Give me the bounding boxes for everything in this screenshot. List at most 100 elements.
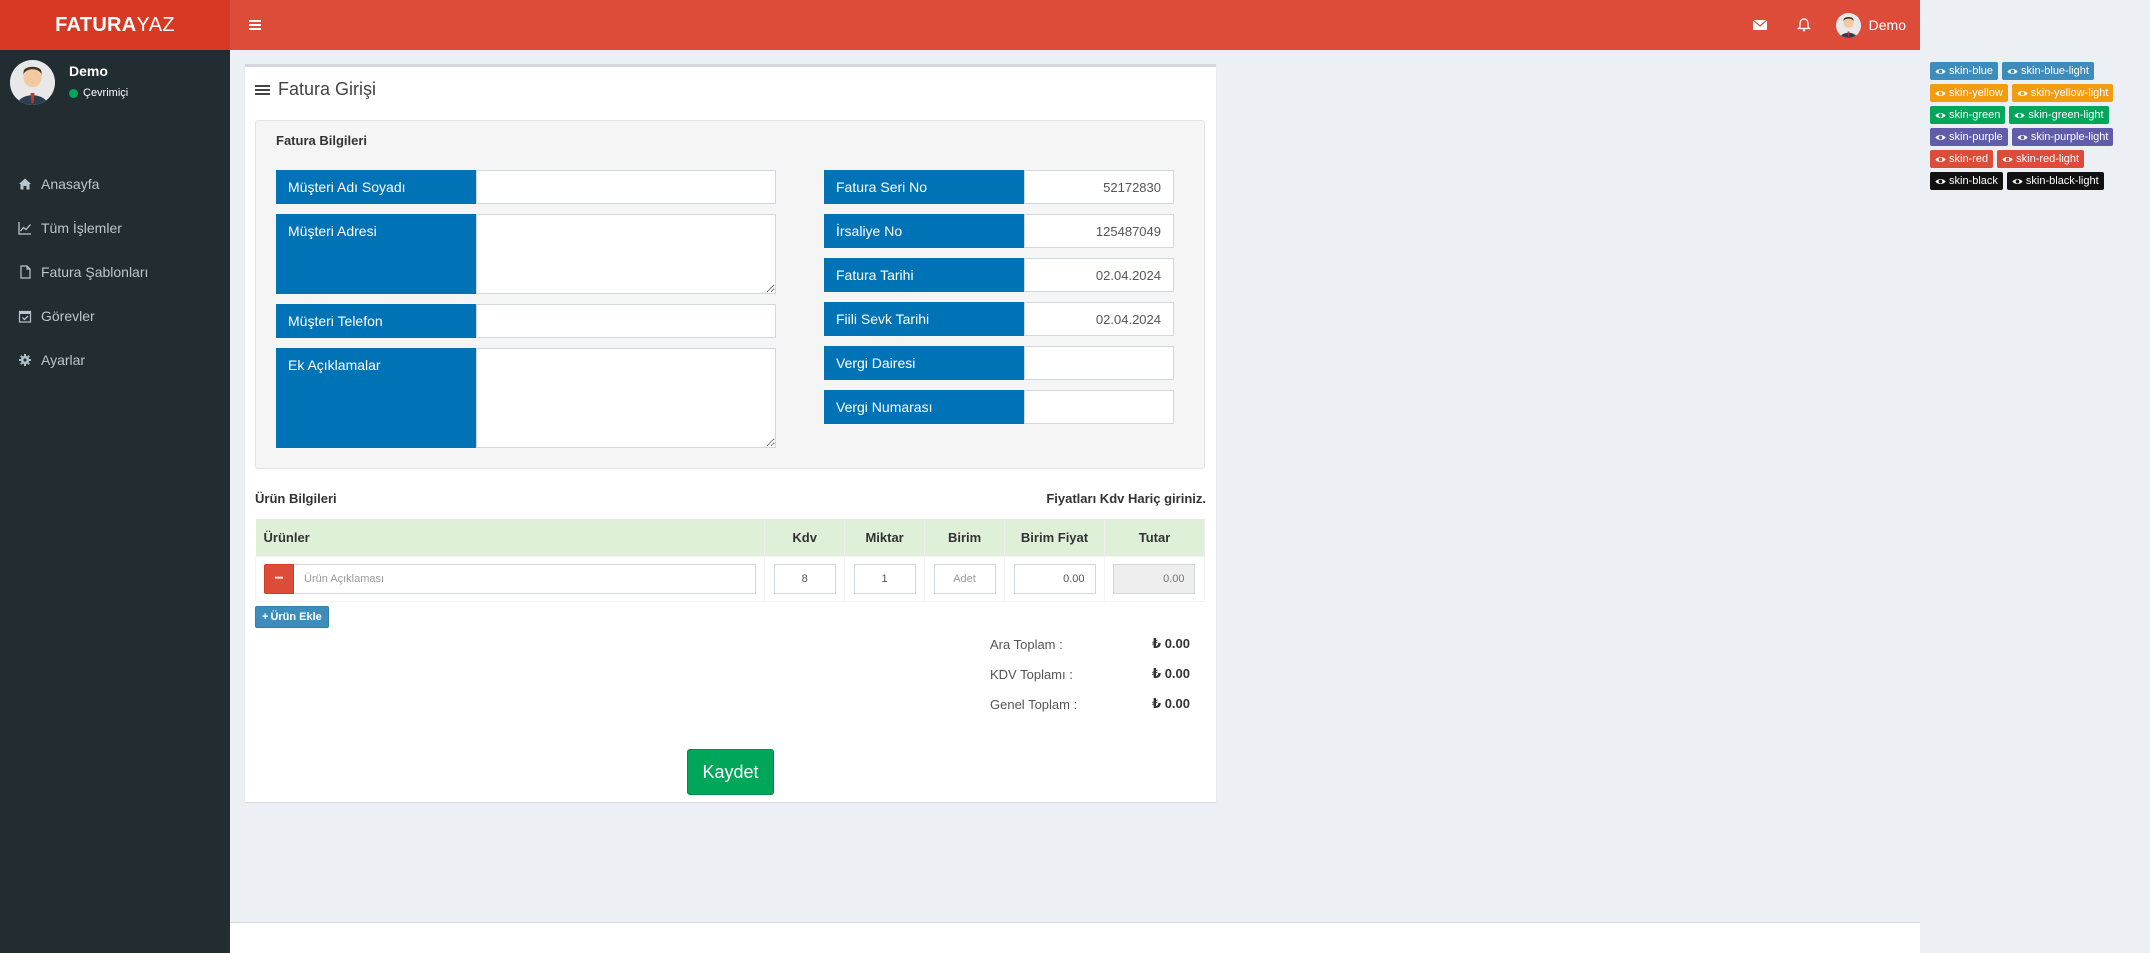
header-user-name: Demo: [1868, 17, 1906, 33]
skin-button-skin-yellow-light[interactable]: skin-yellow-light: [2011, 84, 2114, 102]
bars-icon: [255, 84, 270, 95]
bars-icon[interactable]: [246, 15, 266, 35]
tax-number-field: Vergi Numarası: [824, 390, 1174, 424]
eye-icon: [2017, 134, 2028, 140]
add-product-label: Ürün Ekle: [270, 611, 322, 623]
waybill-no-field: İrsaliye No 125487049: [824, 214, 1174, 248]
envelope-icon[interactable]: [1738, 0, 1782, 50]
tax-number-input[interactable]: [1024, 390, 1174, 424]
waybill-no-label: İrsaliye No: [824, 214, 1024, 248]
sidebar-item-gorevler[interactable]: Görevler: [0, 294, 230, 338]
sidebar-item-tum-islemler[interactable]: Tüm İşlemler: [0, 206, 230, 250]
grand-total-value: ₺ 0.00: [1152, 696, 1190, 711]
avatar: [1835, 12, 1861, 38]
serial-no-label: Fatura Seri No: [824, 170, 1024, 204]
col-birim: Birim: [924, 519, 1006, 556]
file-icon: [20, 265, 31, 279]
bell-icon[interactable]: [1782, 0, 1826, 50]
invoice-date-label: Fatura Tarihi: [824, 258, 1024, 292]
eye-icon: [1935, 156, 1946, 162]
customer-address-input[interactable]: [476, 214, 776, 294]
skin-button-skin-purple[interactable]: skin-purple: [1930, 128, 2008, 146]
skin-button-skin-yellow[interactable]: skin-yellow: [1930, 84, 2008, 102]
sidebar: Demo Çevrimiçi Anasayfa Tüm İşlemler Fat…: [0, 50, 230, 953]
skin-button-skin-blue-light[interactable]: skin-blue-light: [2002, 62, 2094, 80]
tax-office-input[interactable]: [1024, 346, 1174, 380]
remove-row-button[interactable]: −: [264, 563, 294, 594]
skin-button-skin-red-light[interactable]: skin-red-light: [1997, 150, 2085, 168]
unit-input[interactable]: Adet: [933, 563, 996, 594]
sidebar-item-anasayfa[interactable]: Anasayfa: [0, 162, 230, 206]
eye-icon: [1935, 68, 1946, 74]
skin-label: skin-red-light: [2016, 153, 2080, 165]
kdv-total-label: KDV Toplamı :: [990, 666, 1073, 682]
grand-total-label: Genel Toplam :: [990, 696, 1078, 712]
skin-label: skin-yellow: [1949, 87, 2003, 99]
skin-label: skin-purple-light: [2030, 131, 2109, 143]
customer-address-label: Müşteri Adresi: [276, 214, 476, 294]
save-button[interactable]: Kaydet: [687, 749, 774, 795]
gear-icon: [19, 354, 31, 366]
notes-label: Ek Açıklamalar: [276, 348, 476, 448]
status-online: Çevrimiçi: [69, 87, 128, 99]
sidebar-item-ayarlar[interactable]: Ayarlar: [0, 338, 230, 382]
skin-button-skin-green[interactable]: skin-green: [1930, 106, 2006, 124]
eye-icon: [2014, 112, 2025, 118]
col-birim-fiyat: Birim Fiyat: [1004, 519, 1105, 556]
invoice-date-field: Fatura Tarihi 02.04.2024: [824, 258, 1174, 292]
table-header-row: Ürünler Kdv Miktar Birim Birim Fiyat Tut…: [255, 519, 1206, 556]
kdv-total-value: ₺ 0.00: [1152, 666, 1190, 681]
waybill-no-input[interactable]: 125487049: [1024, 214, 1174, 248]
page-title: Fatura Girişi: [255, 79, 376, 100]
sidebar-item-label: Ayarlar: [41, 352, 86, 368]
skin-label: skin-black: [1949, 175, 1998, 187]
eye-icon: [1935, 112, 1946, 118]
product-description-input[interactable]: Ürün Açıklaması: [294, 563, 757, 594]
eye-icon: [2002, 156, 2013, 162]
col-urunler: Ürünler: [255, 519, 766, 556]
products-title: Ürün Bilgileri: [255, 491, 337, 506]
sidebar-item-label: Görevler: [41, 308, 95, 324]
skin-button-skin-purple-light[interactable]: skin-purple-light: [2011, 128, 2114, 146]
skin-button-skin-red[interactable]: skin-red: [1930, 150, 1994, 168]
skin-label: skin-black-light: [2025, 175, 2099, 187]
skin-button-skin-black[interactable]: skin-black: [1930, 172, 2003, 190]
user-panel: Demo Çevrimiçi: [10, 60, 128, 110]
skin-button-skin-green-light[interactable]: skin-green-light: [2009, 106, 2109, 124]
invoice-date-input[interactable]: 02.04.2024: [1024, 258, 1174, 292]
add-product-button[interactable]: + Ürün Ekle: [255, 606, 329, 628]
eye-icon: [2017, 90, 2028, 96]
customer-phone-input[interactable]: [476, 304, 776, 338]
eye-icon: [2012, 178, 2023, 184]
col-miktar: Miktar: [844, 519, 926, 556]
brand-logo[interactable]: FATURAYAZ: [0, 0, 230, 50]
kdv-total-row: KDV Toplamı : ₺ 0.00: [990, 659, 1190, 689]
customer-name-input[interactable]: [476, 170, 776, 204]
ship-date-field: Fiili Sevk Tarihi 02.04.2024: [824, 302, 1174, 336]
chart-line-icon: [18, 222, 31, 235]
sidebar-item-fatura-sablonlari[interactable]: Fatura Şablonları: [0, 250, 230, 294]
user-menu[interactable]: Demo: [1826, 12, 1906, 38]
eye-icon: [1935, 90, 1946, 96]
skin-button-skin-blue[interactable]: skin-blue: [1930, 62, 1999, 80]
subtotal-row: Ara Toplam : ₺ 0.00: [990, 629, 1190, 659]
skin-selector: skin-blue skin-blue-light skin-yellow skin-…: [1930, 62, 2145, 190]
customer-phone-label: Müşteri Telefon: [276, 304, 476, 338]
serial-no-input[interactable]: 52172830: [1024, 170, 1174, 204]
notes-input[interactable]: [476, 348, 776, 448]
skin-label: skin-green: [1949, 109, 2001, 121]
kdv-input[interactable]: 8: [773, 563, 836, 594]
amount-input: 0.00: [1113, 563, 1196, 594]
avatar: [10, 60, 55, 105]
products-note: Fiyatları Kdv Hariç giriniz.: [1046, 491, 1206, 506]
sidebar-item-label: Tüm İşlemler: [41, 220, 122, 236]
ship-date-input[interactable]: 02.04.2024: [1024, 302, 1174, 336]
notes-field: Ek Açıklamalar: [276, 348, 776, 448]
unit-price-input[interactable]: 0.00: [1013, 563, 1096, 594]
col-kdv: Kdv: [764, 519, 846, 556]
quantity-input[interactable]: 1: [853, 563, 916, 594]
ship-date-label: Fiili Sevk Tarihi: [824, 302, 1024, 336]
main-footer: [230, 922, 1920, 953]
skin-button-skin-black-light[interactable]: skin-black-light: [2006, 172, 2104, 190]
products-table: Ürünler Kdv Miktar Birim Birim Fiyat Tut…: [254, 519, 1206, 602]
